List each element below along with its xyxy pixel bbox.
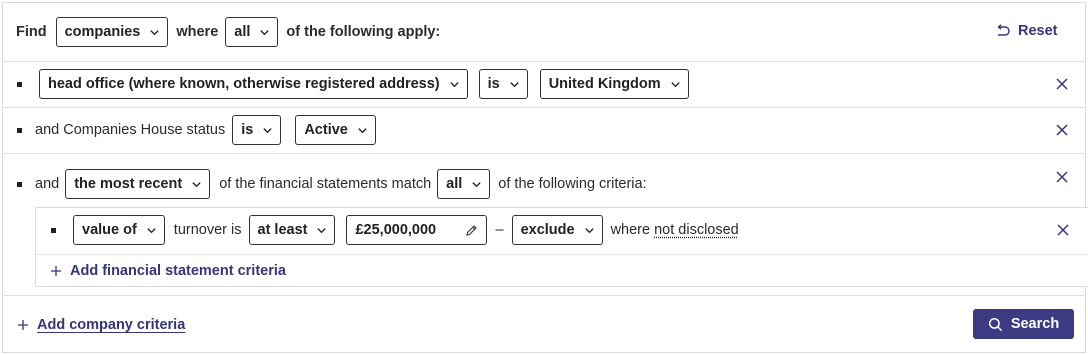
divider [3, 295, 1085, 296]
location-value: United Kingdom [549, 76, 661, 92]
search-label: Search [1011, 316, 1059, 332]
entity-select[interactable]: companies [56, 17, 169, 47]
following-label: of the following apply: [286, 24, 440, 40]
turnover-label: turnover is [174, 222, 242, 238]
remove-location-icon[interactable] [1055, 77, 1069, 91]
bullet [17, 128, 22, 133]
location-operator-select[interactable]: is [479, 69, 528, 99]
amount-input[interactable]: £25,000,000 [346, 215, 487, 245]
plus-icon [50, 265, 62, 277]
chevron-down-icon [149, 27, 160, 38]
disclosure-value: exclude [521, 222, 575, 238]
divider [3, 61, 1085, 62]
where-not-disclosed-label: where not disclosed [611, 222, 739, 238]
amount-value: £25,000,000 [355, 222, 436, 238]
add-financial-statement-button[interactable]: Add financial statement criteria [50, 263, 286, 279]
entity-select-value: companies [65, 24, 141, 40]
chevron-down-icon [584, 225, 595, 236]
criterion-location: head office (where known, otherwise regi… [17, 69, 689, 99]
chevron-down-icon [316, 225, 327, 236]
remove-turnover-icon[interactable] [1056, 223, 1070, 237]
bullet [17, 82, 22, 87]
chevron-down-icon [670, 79, 681, 90]
not-disclosed-label: not disclosed [654, 222, 739, 238]
query-builder-panel: Find companies where all of the followin… [2, 2, 1086, 353]
status-label: and Companies House status [35, 122, 225, 138]
chevron-down-icon [259, 27, 270, 38]
financial-and-label: and [35, 176, 59, 192]
chevron-down-icon [357, 125, 368, 136]
remove-financial-icon[interactable] [1055, 170, 1069, 184]
location-value-select[interactable]: United Kingdom [540, 69, 689, 99]
financial-match-select[interactable]: all [437, 169, 490, 199]
location-field-select[interactable]: head office (where known, otherwise regi… [39, 69, 468, 99]
chevron-down-icon [191, 179, 202, 190]
comparator-select[interactable]: at least [249, 215, 336, 245]
add-company-criteria-label: Add company criteria [37, 317, 185, 333]
statements-label: of the financial statements match [219, 176, 431, 192]
location-field-value: head office (where known, otherwise regi… [48, 76, 440, 92]
financial-subcriteria-box: value of turnover is at least £25,000,00… [35, 207, 1088, 287]
range-dash: – [495, 222, 503, 238]
chevron-down-icon [449, 79, 460, 90]
search-button[interactable]: Search [973, 309, 1074, 339]
subcriterion-turnover: value of turnover is at least £25,000,00… [51, 215, 739, 245]
add-company-criteria-button[interactable]: Add company criteria [17, 317, 185, 333]
match-select-value: all [234, 24, 250, 40]
add-financial-statement-label: Add financial statement criteria [70, 263, 286, 279]
where-label: where [176, 24, 218, 40]
criterion-financial: and the most recent of the financial sta… [17, 169, 647, 199]
divider [36, 254, 1088, 255]
disclosure-select[interactable]: exclude [512, 215, 603, 245]
bullet [51, 228, 56, 233]
status-operator-value: is [241, 122, 253, 138]
status-value: Active [304, 122, 348, 138]
chevron-down-icon [146, 225, 157, 236]
pencil-icon [465, 224, 478, 237]
financial-match-value: all [446, 176, 462, 192]
criterion-status: and Companies House status is Active [17, 115, 376, 145]
status-value-select[interactable]: Active [295, 115, 376, 145]
remove-status-icon[interactable] [1055, 123, 1069, 137]
find-label: Find [16, 24, 47, 40]
financial-following-label: of the following criteria: [498, 176, 646, 192]
return-arrow-icon [995, 24, 1011, 38]
plus-icon [17, 319, 29, 331]
chevron-down-icon [509, 79, 520, 90]
where-label: where [611, 222, 651, 238]
location-operator-value: is [488, 76, 500, 92]
reset-label: Reset [1018, 23, 1058, 39]
divider [3, 107, 1085, 108]
recency-value: the most recent [74, 176, 182, 192]
reset-button[interactable]: Reset [995, 23, 1058, 39]
comparator-value: at least [258, 222, 308, 238]
recency-select[interactable]: the most recent [65, 169, 210, 199]
match-select[interactable]: all [225, 17, 278, 47]
value-of-value: value of [82, 222, 137, 238]
divider [3, 153, 1085, 154]
value-of-select[interactable]: value of [73, 215, 165, 245]
status-operator-select[interactable]: is [232, 115, 281, 145]
chevron-down-icon [262, 125, 273, 136]
chevron-down-icon [471, 179, 482, 190]
bullet [17, 182, 22, 187]
search-icon [988, 317, 1003, 332]
query-header: Find companies where all of the followin… [16, 17, 440, 47]
